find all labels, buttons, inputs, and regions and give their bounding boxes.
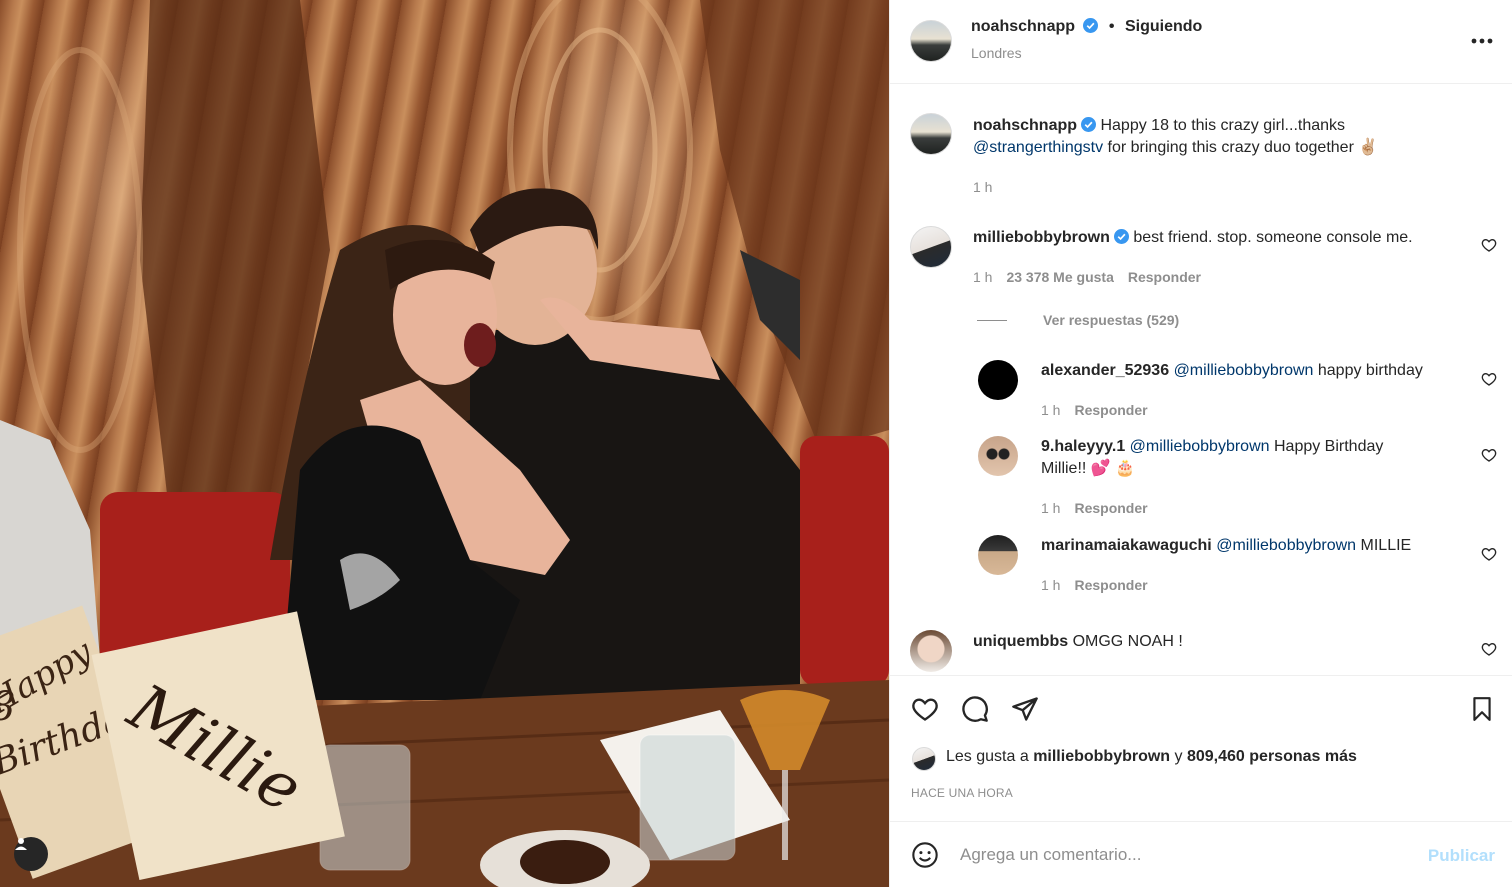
verified-badge-icon <box>1083 18 1099 33</box>
reply-body: happy birthday <box>1317 362 1423 379</box>
reply-meta: 1 h Responder <box>1041 402 1148 418</box>
comment-time: 1 h <box>973 269 993 285</box>
reply-username[interactable]: alexander_52936 <box>1041 362 1169 379</box>
like-comment-heart-icon[interactable] <box>1481 641 1497 657</box>
replies-divider <box>977 319 1007 321</box>
comment-body: best friend. stop. someone console me. <box>1133 229 1413 246</box>
user-icon <box>15 838 27 850</box>
comment-bubble-icon <box>962 696 988 722</box>
reply-time: 1 h <box>1041 402 1061 418</box>
caption-text: noahschnapp Happy 18 to this crazy girl.… <box>973 115 1473 159</box>
reply-text: 9.haleyyy.1 @milliebobbybrown Happy Birt… <box>1041 436 1441 480</box>
reply-meta: 1 h Responder <box>1041 577 1148 593</box>
post-sidebar: noahschnapp • Siguiendo Londres noahschn… <box>889 0 1512 887</box>
likes-conj: y <box>1174 748 1183 765</box>
reply-avatar[interactable] <box>978 436 1018 476</box>
view-replies-label[interactable]: Ver respuestas (529) <box>1043 312 1179 328</box>
post-header: noahschnapp • Siguiendo Londres <box>890 0 1512 84</box>
emoji-icon <box>912 842 938 868</box>
like-comment-heart-icon[interactable] <box>1481 237 1497 253</box>
reply-avatar[interactable] <box>978 535 1018 575</box>
publish-button[interactable]: Publicar <box>1428 846 1495 866</box>
comment-button[interactable] <box>960 694 990 724</box>
comment-likes-count[interactable]: 23 378 Me gusta <box>1006 269 1113 285</box>
reply-text: alexander_52936 @milliebobbybrown happy … <box>1041 360 1471 382</box>
reply-button[interactable]: Responder <box>1074 402 1147 418</box>
comment-meta: 1 h 23 378 Me gusta Responder <box>973 269 1201 285</box>
likes-avatar[interactable] <box>912 747 936 771</box>
photo-scene: Happy Birthday 8 Millie <box>0 0 889 887</box>
comment-avatar[interactable] <box>910 630 952 672</box>
reply-body-2: Millie!! 💕 🎂 <box>1041 460 1136 477</box>
like-reply-heart-icon[interactable] <box>1481 371 1497 387</box>
post-photo[interactable]: Happy Birthday 8 Millie <box>0 0 889 887</box>
reply-username[interactable]: marinamaiakawaguchi <box>1041 537 1212 554</box>
tagged-users-button[interactable] <box>14 837 48 871</box>
caption-avatar[interactable] <box>910 113 952 155</box>
author-avatar[interactable] <box>910 20 952 62</box>
reply-text: marinamaiakawaguchi @milliebobbybrown MI… <box>1041 535 1471 557</box>
reply-button[interactable]: Responder <box>1128 269 1201 285</box>
likes-count[interactable]: 809,460 personas más <box>1187 748 1357 765</box>
comment-username[interactable]: milliebobbybrown <box>973 229 1110 246</box>
verified-badge-icon <box>1081 117 1097 132</box>
like-button[interactable] <box>910 694 940 724</box>
reply-mention-link[interactable]: @milliebobbybrown <box>1130 438 1270 455</box>
reply-time: 1 h <box>1041 577 1061 593</box>
reply-button[interactable]: Responder <box>1074 577 1147 593</box>
post-timestamp[interactable]: HACE UNA HORA <box>911 786 1013 800</box>
post-location[interactable]: Londres <box>971 45 1022 61</box>
reply-mention-link[interactable]: @milliebobbybrown <box>1216 537 1356 554</box>
comment-input[interactable] <box>960 840 1400 870</box>
likes-summary[interactable]: Les gusta a milliebobbybrown y 809,460 p… <box>946 746 1357 768</box>
more-horizontal-icon <box>1471 38 1493 44</box>
comment-text: milliebobbybrown best friend. stop. some… <box>973 227 1453 249</box>
comment-text: uniquembbs OMGG NOAH ! <box>973 631 1453 653</box>
author-username[interactable]: noahschnapp <box>971 18 1075 35</box>
caption-username[interactable]: noahschnapp <box>973 117 1077 134</box>
comment-username[interactable]: uniquembbs <box>973 633 1068 650</box>
heart-icon <box>912 698 938 721</box>
caption-time: 1 h <box>973 179 993 195</box>
reply-body: MILLIE <box>1360 537 1412 554</box>
post-actions: Les gusta a milliebobbybrown y 809,460 p… <box>890 675 1512 820</box>
comments-list[interactable]: noahschnapp Happy 18 to this crazy girl.… <box>890 85 1512 675</box>
like-reply-heart-icon[interactable] <box>1481 447 1497 463</box>
bookmark-icon <box>1473 697 1491 721</box>
reply-button[interactable]: Responder <box>1074 500 1147 516</box>
reply-time: 1 h <box>1041 500 1061 516</box>
more-options-button[interactable] <box>1467 26 1497 56</box>
author-line: noahschnapp • Siguiendo <box>971 18 1202 36</box>
caption-body: Happy 18 to this crazy girl...thanks <box>1100 117 1346 134</box>
like-reply-heart-icon[interactable] <box>1481 546 1497 562</box>
reply-mention-link[interactable]: @milliebobbybrown <box>1174 362 1314 379</box>
share-button[interactable] <box>1010 694 1040 724</box>
comment-avatar[interactable] <box>910 226 952 268</box>
view-replies-button[interactable]: Ver respuestas (529) <box>977 312 1179 328</box>
likes-prefix: Les gusta a <box>946 748 1029 765</box>
add-comment-bar: Publicar <box>890 821 1512 887</box>
reply-body: Happy Birthday <box>1273 438 1384 455</box>
caption-body-2: for bringing this crazy duo together ✌🏼 <box>1107 139 1379 156</box>
follow-status-button[interactable]: Siguiendo <box>1125 18 1202 35</box>
comment-body: OMGG NOAH ! <box>1072 633 1183 650</box>
likes-user[interactable]: milliebobbybrown <box>1033 748 1170 765</box>
reply-avatar[interactable] <box>978 360 1018 400</box>
save-button[interactable] <box>1467 694 1497 724</box>
sign-number-text: 8 <box>0 684 15 730</box>
reply-username[interactable]: 9.haleyyy.1 <box>1041 438 1125 455</box>
paper-plane-icon <box>1012 697 1038 721</box>
separator-dot: • <box>1108 18 1115 35</box>
reply-meta: 1 h Responder <box>1041 500 1148 516</box>
emoji-button[interactable] <box>910 840 940 870</box>
verified-badge-icon <box>1113 229 1129 244</box>
caption-mention-link[interactable]: @strangerthingstv <box>973 139 1103 156</box>
